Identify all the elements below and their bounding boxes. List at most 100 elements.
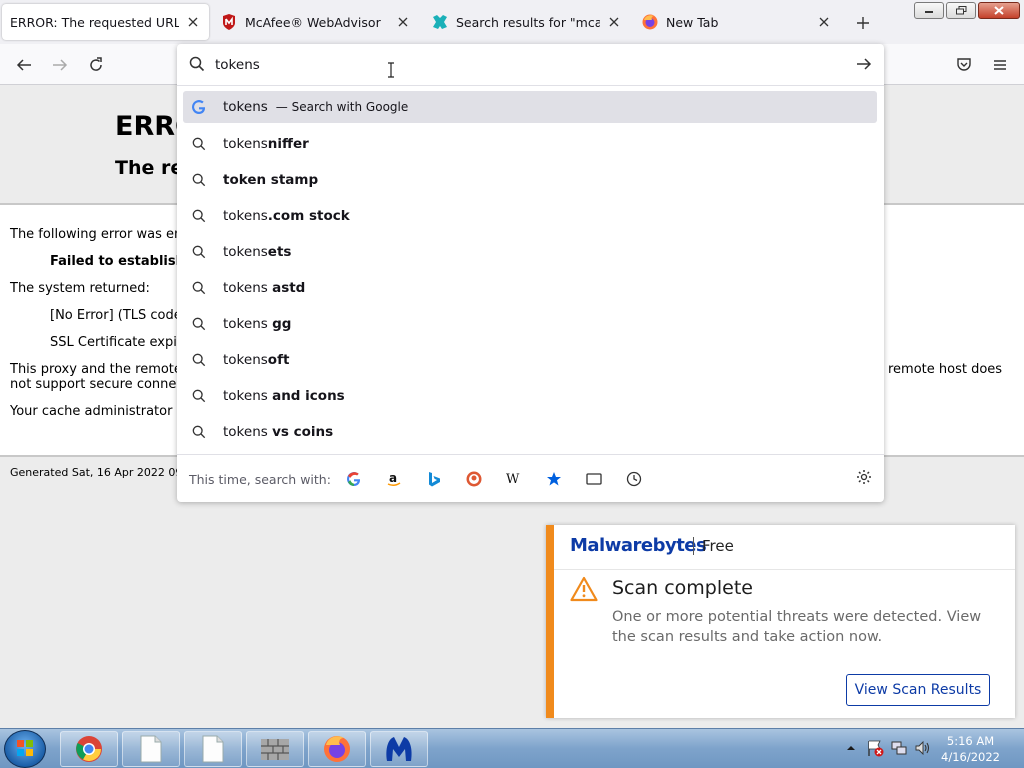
suggestion-search-google[interactable]: tokens — Search with Google <box>183 91 877 123</box>
malwarebytes-notification: Malwarebytes Free Scan complete One or m… <box>546 525 1015 718</box>
wikipedia-icon[interactable]: W <box>504 469 524 489</box>
pocket-button[interactable] <box>952 53 976 77</box>
error-line: [No Error] (TLS code <box>50 308 182 323</box>
clock-time: 5:16 AM <box>946 734 995 748</box>
taskbar-chrome[interactable] <box>60 731 118 767</box>
go-button[interactable] <box>856 56 872 76</box>
plus-icon <box>857 17 869 29</box>
one-off-search-bar: This time, search with: a W <box>177 454 884 502</box>
close-icon[interactable] <box>606 14 622 30</box>
text-cursor-icon <box>387 62 395 78</box>
history-clock-icon[interactable] <box>624 469 644 489</box>
malwarebytes-icon <box>386 737 412 761</box>
malwarebytes-logo: Malwarebytes <box>570 535 707 556</box>
tab-error[interactable]: ERROR: The requested URL could not be re… <box>2 4 209 40</box>
chevron-up-icon[interactable] <box>846 742 856 757</box>
action-center-flag-icon[interactable] <box>866 739 884 761</box>
taskbar-firefox[interactable] <box>308 731 366 767</box>
suggestion-text: tokens <box>223 388 273 404</box>
suggestion-item[interactable]: tokens oft <box>183 344 877 376</box>
one-off-label: This time, search with: <box>189 472 331 487</box>
reload-button[interactable] <box>84 53 108 77</box>
suggestion-item[interactable]: tokens vs coins <box>183 416 877 448</box>
suggestion-item[interactable]: tokens ets <box>183 236 877 268</box>
search-results-icon <box>432 14 448 30</box>
forward-arrow-icon <box>53 59 68 71</box>
error-line: not support secure connec <box>10 377 184 392</box>
google-icon[interactable] <box>344 469 364 489</box>
suggestion-completion: gg <box>272 316 292 332</box>
suggestion-item[interactable]: tokens niffer <box>183 128 877 160</box>
error-line: Your cache administrator is <box>10 404 187 419</box>
speaker-icon[interactable] <box>914 739 932 761</box>
close-icon[interactable] <box>816 14 832 30</box>
view-scan-results-button[interactable]: View Scan Results <box>846 674 990 706</box>
taskbar-firewall[interactable] <box>246 731 304 767</box>
bing-icon[interactable] <box>424 469 444 489</box>
amazon-icon[interactable]: a <box>384 469 404 489</box>
suggestion-completion: niffer <box>267 136 309 152</box>
close-window-button[interactable] <box>978 2 1020 19</box>
edition-label: Free <box>702 537 734 555</box>
tabs-icon[interactable] <box>584 469 604 489</box>
taskbar-notepad-2[interactable] <box>184 731 242 767</box>
divider <box>693 537 694 555</box>
svg-text:W: W <box>506 472 520 487</box>
search-icon <box>191 280 207 296</box>
close-icon[interactable] <box>185 14 201 30</box>
tab-title: ERROR: The requested URL could not be re… <box>10 14 179 30</box>
restore-button[interactable] <box>946 2 976 19</box>
arrow-right-icon <box>857 58 872 70</box>
google-icon <box>191 99 207 115</box>
clock-date: 4/16/2022 <box>941 750 1000 764</box>
forward-button[interactable] <box>48 53 72 77</box>
mcafee-icon <box>221 14 237 30</box>
tab-new-tab[interactable]: New Tab <box>634 4 840 40</box>
error-subheading: The re <box>115 157 184 179</box>
error-line: SSL Certificate expir <box>50 335 183 350</box>
suggestion-item[interactable]: tokens gg <box>183 308 877 340</box>
bookmarks-star-icon[interactable] <box>544 469 564 489</box>
duckduckgo-icon[interactable] <box>464 469 484 489</box>
taskbar-notepad-1[interactable] <box>122 731 180 767</box>
network-icon[interactable] <box>890 739 908 761</box>
tab-strip: ERROR: The requested URL could not be re… <box>0 0 1024 44</box>
error-line: Failed to establish a <box>50 254 199 269</box>
error-line: The following error was en <box>10 227 183 242</box>
taskbar-clock[interactable]: 5:16 AM 4/16/2022 <box>941 733 1000 765</box>
suggestion-completion: oft <box>267 352 290 368</box>
app-menu-button[interactable] <box>988 53 1012 77</box>
suggestion-item[interactable]: tokens astd <box>183 272 877 304</box>
reload-icon <box>90 57 102 71</box>
suggestion-item[interactable]: tokens and icons <box>183 380 877 412</box>
window-controls <box>914 2 1020 19</box>
new-tab-button[interactable] <box>852 12 874 34</box>
minimize-button[interactable] <box>914 2 944 19</box>
back-button[interactable] <box>12 53 36 77</box>
suggestion-completion: vs coins <box>272 424 334 440</box>
url-input[interactable] <box>215 53 835 77</box>
suggestion-item[interactable]: tokens .com stock <box>183 200 877 232</box>
document-icon <box>202 735 224 763</box>
hamburger-menu-icon <box>994 60 1006 70</box>
start-button[interactable] <box>4 730 46 768</box>
search-icon <box>191 172 207 188</box>
close-icon[interactable] <box>395 14 411 30</box>
brick-wall-icon <box>261 739 289 760</box>
search-icon <box>191 388 207 404</box>
suggestion-text: tokens <box>223 352 268 368</box>
tab-search-results[interactable]: Search results for "mcafee" – <box>424 4 630 40</box>
gear-icon[interactable] <box>856 469 872 489</box>
taskbar-malwarebytes[interactable] <box>370 731 428 767</box>
tab-mcafee[interactable]: McAfee® WebAdvisor <box>213 4 419 40</box>
search-icon <box>191 424 207 440</box>
suggestion-completion: token stamp <box>223 172 319 188</box>
suggestion-item[interactable]: token stamp <box>183 164 877 196</box>
back-arrow-icon <box>16 59 31 71</box>
suggestion-completion: ets <box>267 244 292 260</box>
tab-title: New Tab <box>666 14 719 30</box>
search-icon <box>191 208 207 224</box>
tab-title: McAfee® WebAdvisor <box>245 14 381 30</box>
suggestion-action: — Search with Google <box>275 100 409 114</box>
notification-message: One or more potential threats were detec… <box>612 609 982 645</box>
